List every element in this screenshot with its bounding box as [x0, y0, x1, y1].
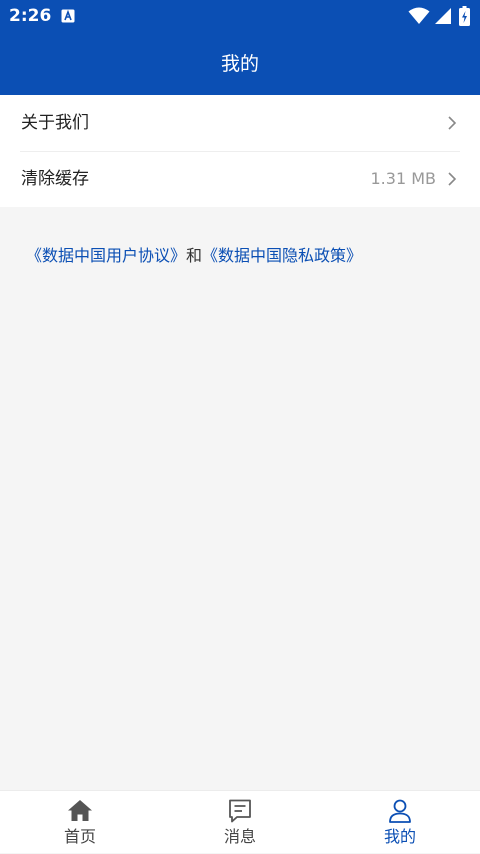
tab-mine-label: 我的: [383, 827, 416, 846]
tab-home-label: 首页: [63, 827, 96, 846]
chevron-right-icon: [448, 172, 457, 186]
page-title: 我的: [220, 53, 259, 75]
tab-messages-label: 消息: [223, 827, 256, 846]
cache-size-value: 1.31 MB: [370, 169, 437, 188]
settings-menu: 关于我们 清除缓存 1.31 MB: [0, 95, 480, 207]
clear-cache-label: 清除缓存: [21, 169, 89, 189]
about-us-item[interactable]: 关于我们: [0, 95, 480, 152]
bottom-tab-bar: 首页 消息 我的: [0, 790, 480, 853]
clear-cache-item[interactable]: 清除缓存 1.31 MB: [0, 151, 480, 207]
message-icon: [229, 799, 251, 823]
status-time: 2:26: [9, 6, 52, 26]
privacy-policy-link[interactable]: 《数据中国隐私政策》: [202, 246, 362, 265]
tab-home[interactable]: 首页: [0, 791, 160, 854]
app-notification-icon: [61, 9, 75, 23]
title-bar: 我的: [0, 32, 480, 95]
chevron-right-icon: [448, 116, 457, 130]
tab-mine[interactable]: 我的: [320, 791, 480, 854]
wifi-icon: [408, 7, 430, 24]
home-icon: [68, 800, 92, 821]
person-icon: [389, 799, 411, 823]
about-us-label: 关于我们: [21, 113, 89, 133]
status-bar: 2:26: [0, 0, 480, 32]
battery-icon: [459, 6, 470, 26]
tab-messages[interactable]: 消息: [160, 791, 320, 854]
user-agreement-link[interactable]: 《数据中国用户协议》: [26, 246, 186, 265]
agreement-connector: 和: [186, 246, 203, 265]
signal-icon: [435, 8, 451, 24]
agreement-links: 《数据中国用户协议》和《数据中国隐私政策》: [26, 245, 362, 267]
